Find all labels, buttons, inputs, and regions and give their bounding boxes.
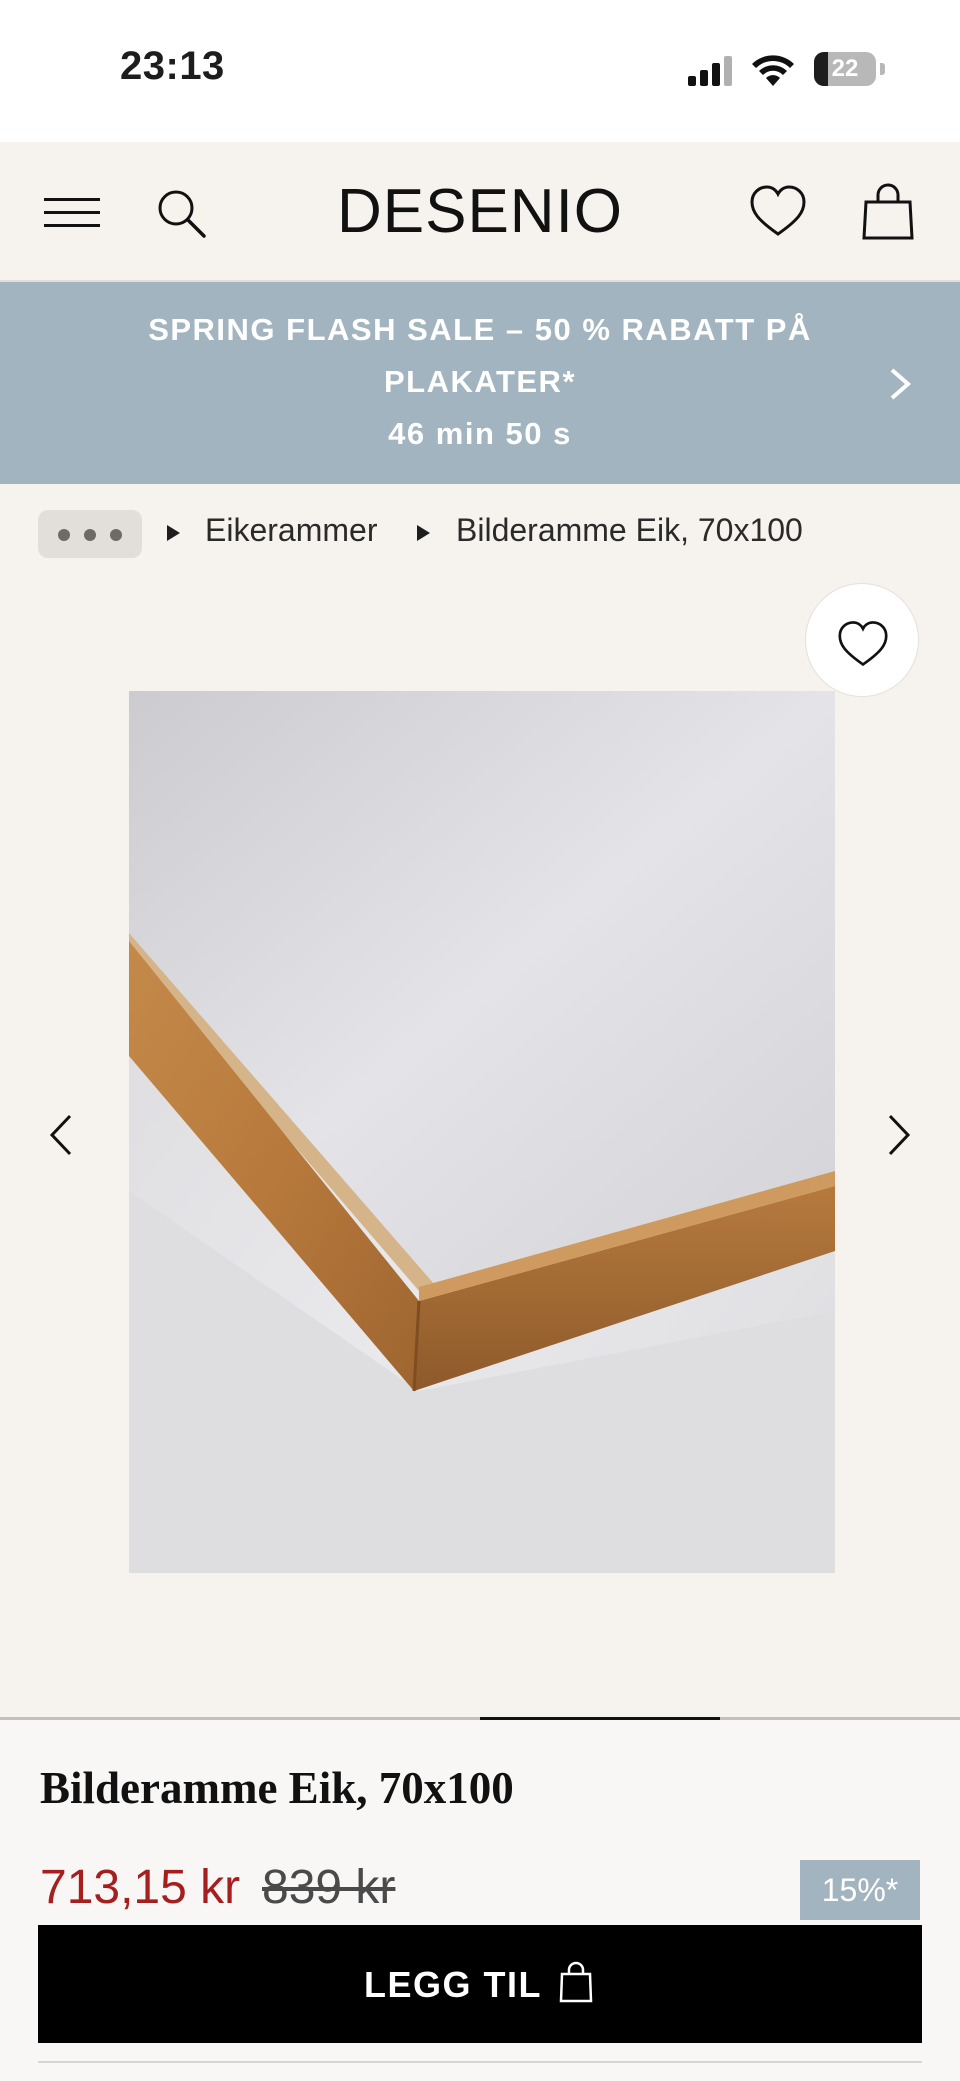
add-to-wishlist-button[interactable] bbox=[805, 583, 919, 697]
site-header: DESENIO bbox=[0, 142, 960, 282]
add-to-cart-label: LEGG TIL bbox=[364, 1964, 542, 2005]
heart-icon[interactable] bbox=[748, 182, 808, 242]
promo-banner[interactable]: SPRING FLASH SALE – 50 % RABATT PÅ PLAKA… bbox=[0, 282, 960, 484]
breadcrumb-separator-icon bbox=[417, 525, 430, 541]
battery-icon: 22 bbox=[814, 52, 876, 86]
signal-icon bbox=[688, 56, 732, 86]
heart-icon bbox=[838, 621, 888, 667]
search-icon[interactable] bbox=[152, 182, 212, 242]
product-info: Bilderamme Eik, 70x100 713,15 kr 839 kr … bbox=[0, 1720, 960, 2081]
status-time: 23:13 bbox=[120, 44, 225, 88]
battery-level: 22 bbox=[831, 55, 859, 82]
wifi-icon bbox=[752, 55, 794, 86]
breadcrumb-item[interactable]: Eikerammer bbox=[205, 512, 377, 549]
promo-text: SPRING FLASH SALE – 50 % RABATT PÅ PLAKA… bbox=[148, 312, 812, 399]
breadcrumb-more-button[interactable] bbox=[38, 510, 142, 558]
breadcrumb-separator-icon bbox=[167, 525, 180, 541]
chevron-right-icon[interactable] bbox=[888, 366, 912, 402]
shopping-bag-icon[interactable] bbox=[858, 182, 918, 242]
status-bar: 23:13 22 bbox=[0, 0, 960, 142]
brand-logo[interactable]: DESENIO bbox=[300, 176, 660, 247]
product-image[interactable] bbox=[129, 691, 835, 1573]
price-current: 713,15 kr bbox=[40, 1861, 241, 1914]
chevron-right-icon[interactable] bbox=[884, 1110, 916, 1160]
price-old: 839 kr bbox=[262, 1861, 396, 1914]
product-title: Bilderamme Eik, 70x100 bbox=[40, 1763, 514, 1813]
chevron-left-icon[interactable] bbox=[44, 1110, 76, 1160]
shopping-bag-icon bbox=[559, 1961, 593, 2003]
breadcrumb: Eikerammer Bilderamme Eik, 70x100 bbox=[0, 484, 960, 580]
discount-badge: 15%* bbox=[800, 1860, 920, 1920]
breadcrumb-item-current[interactable]: Bilderamme Eik, 70x100 bbox=[456, 512, 803, 549]
divider bbox=[38, 2061, 922, 2063]
product-gallery bbox=[0, 580, 960, 1722]
add-to-cart-button[interactable]: LEGG TIL bbox=[38, 1925, 922, 2043]
menu-icon[interactable] bbox=[42, 182, 102, 242]
promo-timer: 46 min 50 s bbox=[388, 416, 572, 451]
